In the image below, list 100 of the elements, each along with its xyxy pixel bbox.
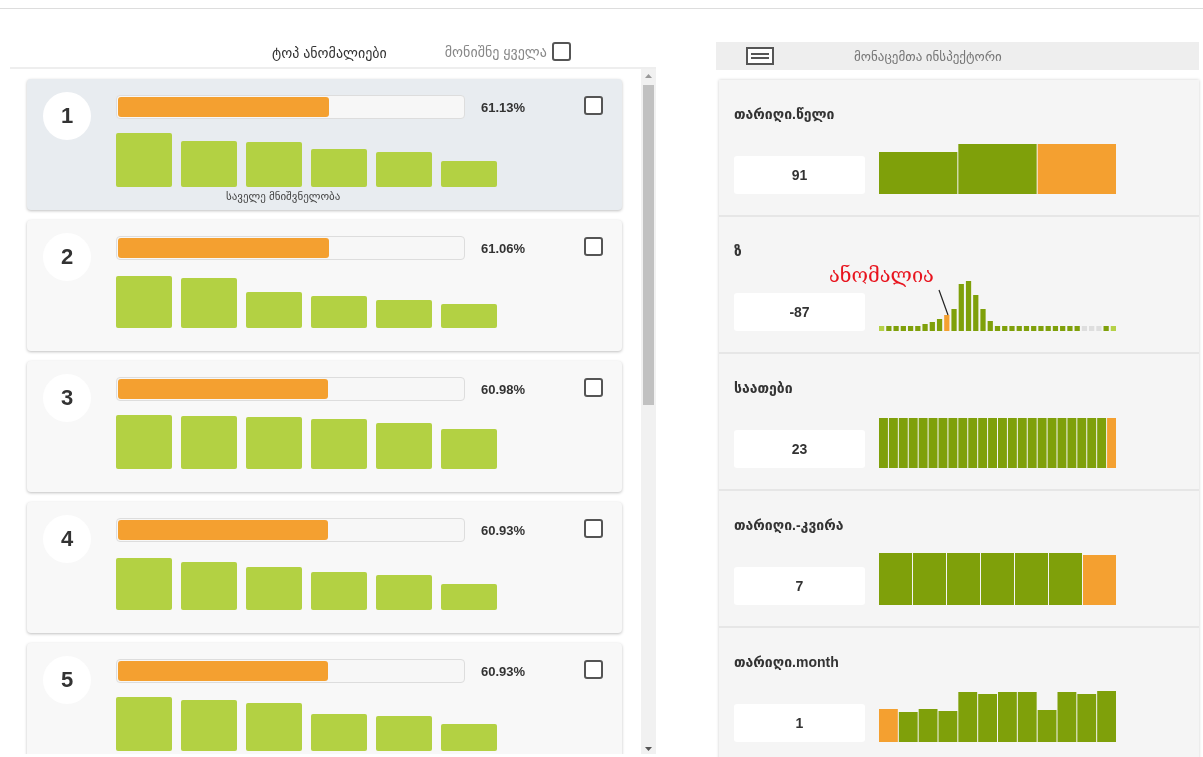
- histogram-bar: [879, 709, 898, 742]
- chart-bar: [311, 296, 367, 328]
- rank-badge: 1: [43, 92, 91, 140]
- panel-title: მონაცემთა ინსპექტორი: [854, 48, 1002, 64]
- chart-bar: [376, 716, 432, 751]
- histogram-bar: [981, 553, 1014, 605]
- histogram-bar: [978, 418, 988, 468]
- anomaly-card[interactable]: 2 61.06%: [27, 220, 622, 351]
- anomaly-card[interactable]: 4 60.93%: [27, 502, 622, 633]
- feature-name: ზ: [734, 243, 743, 261]
- histogram-bar: [898, 418, 908, 468]
- feature-value: 91: [734, 156, 865, 194]
- chart-bar: [181, 562, 237, 610]
- histogram-bar: [1017, 418, 1027, 468]
- histogram-bar: [913, 553, 946, 605]
- chart-bar: [116, 276, 172, 328]
- histogram-bar: [1097, 691, 1116, 742]
- chart-bar: [311, 714, 367, 751]
- histogram-bar: [948, 418, 958, 468]
- histogram-bar: [918, 418, 928, 468]
- histogram-bar: [998, 418, 1007, 468]
- rank-badge: 4: [43, 515, 91, 563]
- chart-bar: [181, 141, 237, 187]
- histogram-bar: [918, 709, 938, 742]
- chart-bar: [311, 419, 367, 469]
- chart-bar: [441, 724, 497, 751]
- histogram-bar: [898, 712, 918, 742]
- chart-bar: [441, 304, 497, 328]
- histogram-bar: [947, 553, 980, 605]
- histogram-bar: [968, 418, 978, 468]
- histogram-bar: [928, 418, 938, 468]
- chart-bar: [181, 700, 237, 751]
- feature-value: 7: [734, 567, 865, 605]
- histogram-bar: [1015, 553, 1048, 605]
- score-value: 61.06%: [481, 240, 527, 256]
- feature-name: თარიღი.-კვირა: [734, 517, 845, 535]
- chart-bar: [116, 133, 172, 187]
- annotation-label: ანომალია: [829, 263, 934, 287]
- histogram-bar: [938, 418, 948, 468]
- score-value: 60.93%: [481, 522, 527, 538]
- histogram-bar: [1087, 418, 1097, 468]
- chart-bar: [311, 149, 367, 187]
- score-value: 60.93%: [481, 663, 527, 679]
- histogram-bar: [1037, 418, 1047, 468]
- anomaly-checkbox[interactable]: [584, 660, 603, 679]
- chart-bar: [246, 567, 302, 610]
- histogram-bar: [1097, 418, 1107, 468]
- feature-value: 1: [734, 704, 865, 742]
- chart-bar: [441, 429, 497, 469]
- feature-value: 23: [734, 430, 865, 468]
- anomaly-card[interactable]: 5 60.93%: [27, 643, 622, 754]
- scrollbar[interactable]: [641, 69, 656, 754]
- rank-badge: 5: [43, 656, 91, 704]
- histogram-bar: [879, 418, 888, 468]
- chart-bar: [116, 697, 172, 751]
- histogram-bar: [1047, 418, 1057, 468]
- select-all-checkbox[interactable]: [551, 42, 571, 61]
- chart-bar: [246, 703, 302, 751]
- histogram-bar: [978, 694, 997, 742]
- anomaly-checkbox[interactable]: [584, 237, 603, 256]
- chart-bar: [376, 300, 432, 328]
- histogram-bar: [908, 418, 918, 468]
- chart-bar: [376, 575, 432, 610]
- histogram-bar: [988, 418, 997, 468]
- feature-name: საათები: [734, 380, 794, 398]
- chart-bar: [246, 142, 302, 187]
- anomaly-checkbox[interactable]: [584, 378, 603, 397]
- histogram-bar: [1057, 418, 1067, 468]
- histogram-bar: [1027, 418, 1037, 468]
- chart-bar: [246, 292, 302, 328]
- chart-caption: საველე მნიშვნელობა: [226, 190, 342, 203]
- chart-bar: [181, 278, 237, 328]
- score-value: 60.98%: [481, 381, 527, 397]
- histogram-bar: [1077, 694, 1097, 742]
- anomaly-card[interactable]: 1 61.13% საველე მნიშვნელობა: [27, 79, 622, 210]
- histogram-bar: [1067, 418, 1077, 468]
- chart-bar: [376, 423, 432, 469]
- chart-bar: [441, 584, 497, 610]
- feature-value: -87: [734, 293, 865, 331]
- chart-bar: [181, 416, 237, 469]
- select-all-label: მონიშნე ყველა: [444, 43, 547, 60]
- menu-icon[interactable]: [746, 47, 774, 65]
- histogram-bar: [998, 692, 1017, 742]
- rank-badge: 3: [43, 374, 91, 422]
- anomaly-checkbox[interactable]: [584, 519, 603, 538]
- anomaly-checkbox[interactable]: [584, 96, 603, 115]
- chart-bar: [116, 415, 172, 469]
- panel-title: ტოპ ანომალიები: [272, 45, 387, 61]
- histogram-bar: [1077, 418, 1087, 468]
- feature-name: თარიღი.month: [734, 654, 840, 672]
- leader-line: [938, 289, 949, 316]
- histogram-bar: [1007, 418, 1017, 468]
- feature-name: თარიღი.წელი: [734, 106, 836, 124]
- rank-badge: 2: [43, 233, 91, 281]
- chart-bar: [311, 572, 367, 610]
- chart-bar: [376, 152, 432, 187]
- histogram-bar: [1083, 555, 1116, 605]
- chart-bar: [441, 161, 497, 187]
- histogram-bar: [879, 553, 912, 605]
- anomaly-card[interactable]: 3 60.98%: [27, 361, 622, 492]
